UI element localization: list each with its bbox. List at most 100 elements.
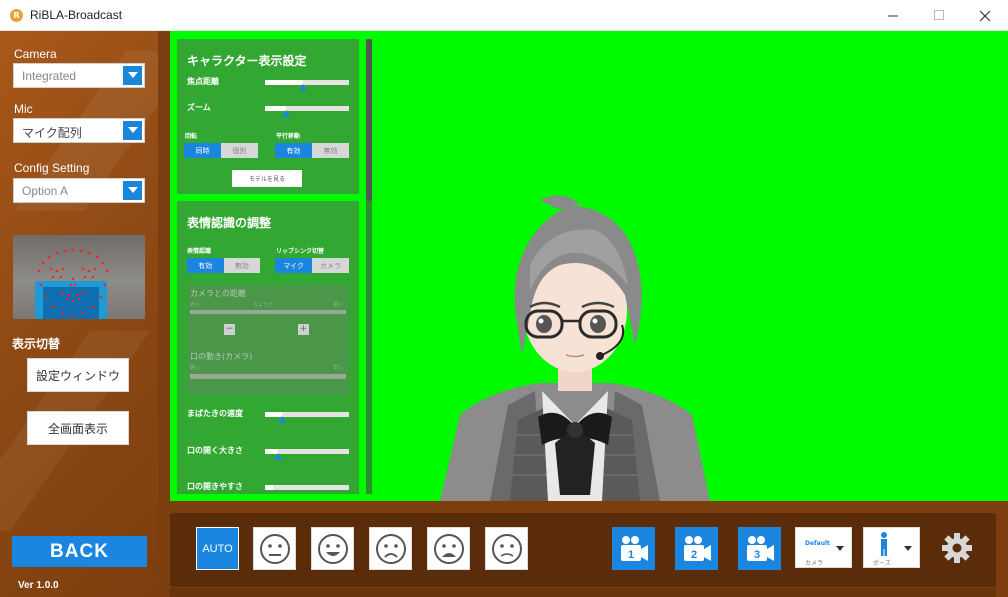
video-camera-icon: 2 — [684, 536, 711, 561]
config-setting-label: Config Setting — [14, 161, 90, 175]
character-settings-title: キャラクター表示設定 — [187, 54, 307, 68]
mouth-motion-slow-label: 遅い — [190, 365, 201, 371]
settings-scrollbar-thumb[interactable] — [366, 39, 372, 201]
blink-speed-handle[interactable] — [278, 416, 286, 423]
neutral-face-icon — [259, 533, 290, 564]
config-setting-select[interactable]: Option A — [13, 178, 145, 203]
app-logo-icon: R — [10, 9, 23, 22]
camera-dropdown-value: Default — [805, 540, 830, 547]
maximize-icon — [933, 10, 944, 20]
expression-sad-button[interactable] — [369, 527, 412, 570]
zoom-slider[interactable] — [265, 106, 349, 111]
fullscreen-button[interactable]: 全画面表示 — [27, 411, 129, 445]
mouth-open-label: 口の開く大きさ — [187, 446, 243, 455]
camera-preset-1-number: 1 — [628, 549, 634, 561]
rotation-label: 回転 — [185, 133, 198, 140]
sad-face-icon — [375, 533, 406, 564]
minimize-button[interactable] — [870, 0, 916, 31]
plus-icon: + — [298, 324, 309, 335]
chevron-down-icon — [123, 181, 142, 200]
close-icon — [979, 10, 991, 21]
close-button[interactable] — [962, 0, 1008, 31]
mic-select-value: マイク配列 — [22, 126, 82, 140]
view-model-button[interactable]: モデルを見る — [232, 170, 302, 187]
avatar-character — [440, 195, 710, 501]
pose-dropdown-label: ポーズ — [873, 560, 891, 567]
display-switch-heading: 表示切替 — [12, 337, 61, 351]
pose-dropdown[interactable]: ポーズ — [863, 527, 920, 568]
camera-dropdown[interactable]: Default カメラ — [795, 527, 852, 568]
camera-distance-label: カメラとの距離 — [190, 289, 246, 298]
recognition-option-enabled[interactable]: 有効 — [187, 258, 224, 273]
window-title: RiBLA-Broadcast — [30, 8, 123, 22]
translation-option-enabled[interactable]: 有効 — [275, 143, 312, 158]
mic-select[interactable]: マイク配列 — [13, 118, 145, 143]
focal-length-slider[interactable] — [265, 80, 349, 85]
focal-length-handle[interactable] — [299, 84, 307, 91]
expression-happy-button[interactable] — [311, 527, 354, 570]
mouth-ease-label: 口の開きやすさ — [187, 482, 243, 491]
camera-label: Camera — [14, 47, 57, 61]
chevron-down-icon — [123, 66, 142, 85]
camera-preset-3-button[interactable]: 3 — [738, 527, 781, 570]
camera-preset-3-number: 3 — [754, 549, 760, 561]
rotation-option-simultaneous[interactable]: 同時 — [184, 143, 221, 158]
camera-select[interactable]: Integrated — [13, 63, 145, 88]
chevron-down-icon — [123, 121, 142, 140]
lipsync-option-camera[interactable]: カメラ — [312, 258, 349, 273]
rotation-toggle: 同時 個別 — [184, 143, 258, 158]
settings-window-button[interactable]: 設定ウィンドウ — [27, 358, 129, 392]
mouth-open-handle[interactable] — [274, 453, 282, 460]
zoom-label: ズーム — [187, 103, 211, 112]
video-camera-icon: 3 — [747, 536, 774, 561]
face-mesh-preview-image — [35, 248, 109, 319]
maximize-button[interactable] — [916, 0, 962, 31]
mic-label: Mic — [14, 102, 33, 116]
config-setting-value: Option A — [22, 184, 69, 198]
expression-neutral-button[interactable] — [253, 527, 296, 570]
recognition-option-disabled[interactable]: 無効 — [223, 258, 260, 273]
distance-mid-label: ちょうど — [253, 302, 274, 308]
expression-angry-button[interactable] — [427, 527, 470, 570]
focal-length-label: 焦点距離 — [187, 77, 219, 86]
camera-distance-slider — [190, 310, 346, 314]
character-display-card: キャラクター表示設定 焦点距離 ズーム 回転 同時 個別 平行移動 有効 無効 … — [177, 39, 359, 194]
camera-preset-2-number: 2 — [691, 549, 697, 561]
camera-dropdown-label: カメラ — [805, 560, 824, 567]
minimize-icon — [887, 15, 898, 17]
minus-icon: − — [224, 324, 235, 335]
mouth-ease-fill — [265, 485, 273, 490]
translation-option-disabled[interactable]: 無効 — [312, 143, 349, 158]
mouth-motion-fast-label: 早い — [333, 365, 344, 371]
chevron-down-icon — [836, 546, 844, 551]
settings-button[interactable] — [940, 531, 974, 565]
recognition-toggle: 有効 無効 — [187, 258, 260, 273]
lipsync-label: リップシンク切替 — [276, 248, 325, 255]
worried-face-icon — [491, 533, 522, 564]
zoom-handle[interactable] — [282, 110, 290, 117]
settings-overlay: キャラクター表示設定 焦点距離 ズーム 回転 同時 個別 平行移動 有効 無効 … — [177, 39, 364, 494]
mouth-ease-slider[interactable] — [265, 485, 349, 490]
face-settings-title: 表情認識の調整 — [187, 216, 272, 230]
distance-near-label: 近い — [190, 302, 201, 308]
camera-preset-2-button[interactable]: 2 — [675, 527, 718, 570]
chevron-down-icon — [904, 546, 912, 551]
rotation-option-individual[interactable]: 個別 — [221, 143, 258, 158]
expression-worried-button[interactable] — [485, 527, 528, 570]
mouth-motion-slider — [190, 374, 346, 379]
camera-preset-1-button[interactable]: 1 — [612, 527, 655, 570]
distance-far-label: 遠い — [333, 302, 344, 308]
left-sidebar: Camera Integrated Mic マイク配列 Config Setti… — [0, 31, 158, 597]
auto-expression-button[interactable]: AUTO — [196, 527, 239, 570]
back-button[interactable]: BACK — [12, 536, 147, 567]
focal-length-fill — [265, 80, 303, 85]
title-bar: R RiBLA-Broadcast — [0, 0, 1008, 31]
lipsync-toggle: マイク カメラ — [275, 258, 349, 273]
lipsync-option-mic[interactable]: マイク — [275, 258, 312, 273]
face-recognition-card: 表情認識の調整 表情認識 有効 無効 リップシンク切替 マイク カメラ カメラと… — [177, 201, 359, 494]
translation-label: 平行移動 — [276, 133, 301, 140]
bottom-edge — [170, 588, 996, 597]
gear-icon — [942, 533, 972, 563]
happy-face-icon — [317, 533, 348, 564]
translation-toggle: 有効 無効 — [275, 143, 349, 158]
